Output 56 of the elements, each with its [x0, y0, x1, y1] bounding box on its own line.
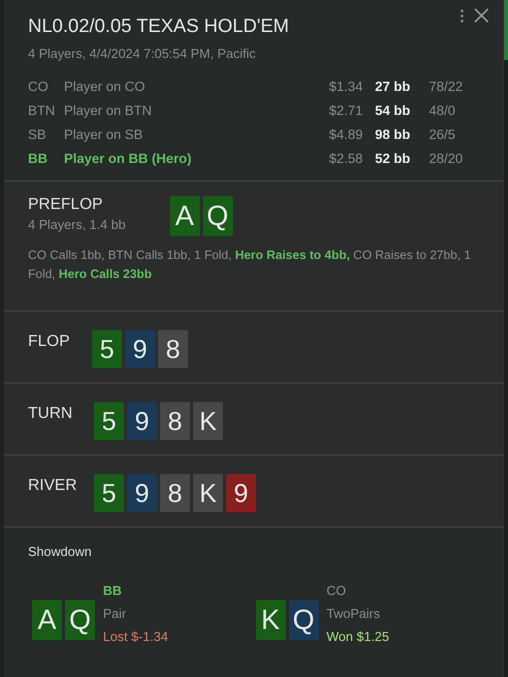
player-stack: $4.89 — [329, 127, 364, 142]
scrollbar[interactable] — [504, 0, 508, 60]
player-stats: 78/22 — [429, 79, 464, 94]
playing-card: Q — [288, 600, 318, 640]
player-big-blinds: 98 bb — [375, 127, 412, 142]
player-stats: 28/20 — [429, 151, 464, 166]
playing-card: K — [193, 474, 223, 512]
player-big-blinds: 54 bb — [375, 103, 412, 118]
playing-card: A — [170, 196, 200, 236]
playing-card: K — [256, 600, 286, 640]
player-name: Player on BB (Hero) — [64, 151, 193, 166]
playing-card: 5 — [94, 402, 124, 440]
player-position: BTN — [28, 103, 56, 118]
player-big-blinds: 27 bb — [375, 79, 412, 94]
player-position: SB — [28, 127, 48, 142]
street-title: RIVER — [28, 477, 78, 495]
player-position: BB — [28, 151, 48, 166]
more-icon[interactable] — [460, 8, 464, 22]
action-summary: CO Calls 1bb, BTN Calls 1bb, 1 Fold, Hero Raises to 4bb, CO Raises to 27bb, 1 Fold, Hero Calls 23bb — [28, 247, 472, 283]
player-stats: 26/5 — [429, 127, 456, 142]
playing-card: 9 — [125, 330, 155, 368]
player-position: CO — [326, 583, 347, 598]
street-title: FLOP — [28, 333, 71, 351]
close-icon[interactable] — [474, 8, 489, 23]
player-stack: $1.34 — [329, 79, 364, 94]
player-stack: $2.58 — [329, 151, 364, 166]
player-name: Player on CO — [64, 79, 146, 94]
player-stack: $2.71 — [329, 103, 364, 118]
player-stats: 48/0 — [429, 103, 456, 118]
playing-card: 8 — [158, 330, 188, 368]
playing-card: 5 — [94, 474, 124, 512]
hand-result: Lost $-1.34 — [103, 629, 168, 644]
playing-card: K — [193, 402, 223, 440]
player-big-blinds: 52 bb — [375, 151, 412, 166]
player-name: Player on BTN — [64, 103, 153, 118]
playing-card: A — [32, 600, 62, 640]
playing-card: 9 — [127, 402, 157, 440]
hand-subtitle: 4 Players, 4/4/2024 7:05:54 PM, Pacific — [28, 46, 257, 61]
playing-card: 9 — [127, 474, 157, 512]
playing-card: 8 — [160, 474, 190, 512]
playing-card: 8 — [160, 402, 190, 440]
showdown-title: Showdown — [28, 544, 93, 559]
player-position: CO — [28, 79, 50, 94]
hand-rank: TwoPairs — [326, 606, 381, 621]
playing-card: 5 — [92, 330, 122, 368]
playing-card: 9 — [226, 474, 256, 512]
hand-rank: Pair — [103, 606, 128, 621]
player-position: BB — [103, 583, 123, 598]
hand-title: NL0.02/0.05 TEXAS HOLD'EM — [28, 16, 290, 38]
street-title: PREFLOP — [28, 196, 104, 214]
street-info: 4 Players, 1.4 bb — [28, 217, 126, 232]
player-name: Player on SB — [64, 127, 144, 142]
hand-result: Won $1.25 — [326, 629, 390, 644]
street-title: TURN — [28, 405, 74, 423]
playing-card: Q — [65, 600, 95, 640]
playing-card: Q — [202, 196, 233, 236]
